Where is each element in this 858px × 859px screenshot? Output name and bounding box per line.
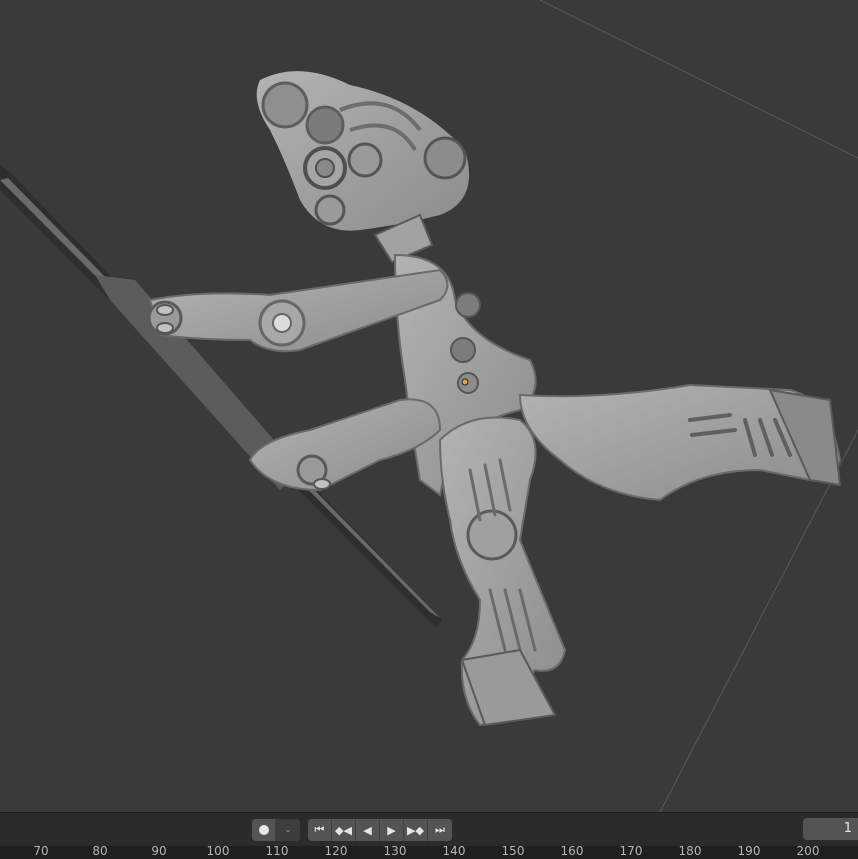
ruler-tick-label: 130 <box>383 846 407 858</box>
next-keyframe-icon: ▶◆ <box>407 823 424 837</box>
jump-to-end-button[interactable]: ⏭ <box>428 819 452 841</box>
ruler-tick-label: 150 <box>501 846 525 858</box>
ruler-tick-label: 160 <box>560 846 584 858</box>
prev-keyframe-button[interactable]: ◆◀ <box>332 819 356 841</box>
ruler-tick-label: 190 <box>737 846 761 858</box>
ruler-tick-label: 110 <box>265 846 289 858</box>
play-button[interactable]: ▶ <box>380 819 404 841</box>
ruler-tick-label: 140 <box>442 846 466 858</box>
chevron-down-icon: ⌄ <box>284 825 292 835</box>
timeline-header: ⌄ ⏮ ◆◀ ◀ ▶ ▶◆ ⏭ <box>0 812 858 847</box>
ruler-tick-label: 90 <box>151 846 167 858</box>
scene-render <box>0 0 858 812</box>
record-icon <box>258 825 269 835</box>
playback-controls: ⏮ ◆◀ ◀ ▶ ▶◆ ⏭ <box>308 819 452 841</box>
next-keyframe-button[interactable]: ▶◆ <box>404 819 428 841</box>
keying-group: ⌄ <box>252 819 300 841</box>
ruler-tick-label: 70 <box>33 846 49 858</box>
ruler-tick-label: 80 <box>92 846 108 858</box>
jump-to-start-icon: ⏮ <box>314 823 325 836</box>
play-reverse-button[interactable]: ◀ <box>356 819 380 841</box>
ruler-tick-label: 120 <box>324 846 348 858</box>
object-origin-dot <box>461 378 469 386</box>
jump-to-start-button[interactable]: ⏮ <box>308 819 332 841</box>
play-icon: ▶ <box>387 823 396 837</box>
record-button[interactable] <box>252 819 276 841</box>
camera-frame-line <box>659 429 858 812</box>
camera-frame-line <box>539 0 858 159</box>
frame-ruler[interactable]: 70 80 90 100 110 120 130 140 150 160 170 180 190 200 <box>0 846 858 859</box>
3d-viewport[interactable] <box>0 0 858 812</box>
jump-to-end-icon: ⏭ <box>435 823 445 836</box>
keying-dropdown[interactable]: ⌄ <box>276 819 300 841</box>
ruler-tick-label: 100 <box>206 846 230 858</box>
puppet-model <box>147 71 842 727</box>
play-reverse-icon: ◀ <box>363 823 372 837</box>
ruler-tick-label: 180 <box>678 846 702 858</box>
current-frame-field[interactable]: 1 <box>803 818 858 840</box>
ruler-tick-label: 170 <box>619 846 643 858</box>
ruler-tick-label: 200 <box>796 846 820 858</box>
prev-keyframe-icon: ◆◀ <box>335 823 352 837</box>
